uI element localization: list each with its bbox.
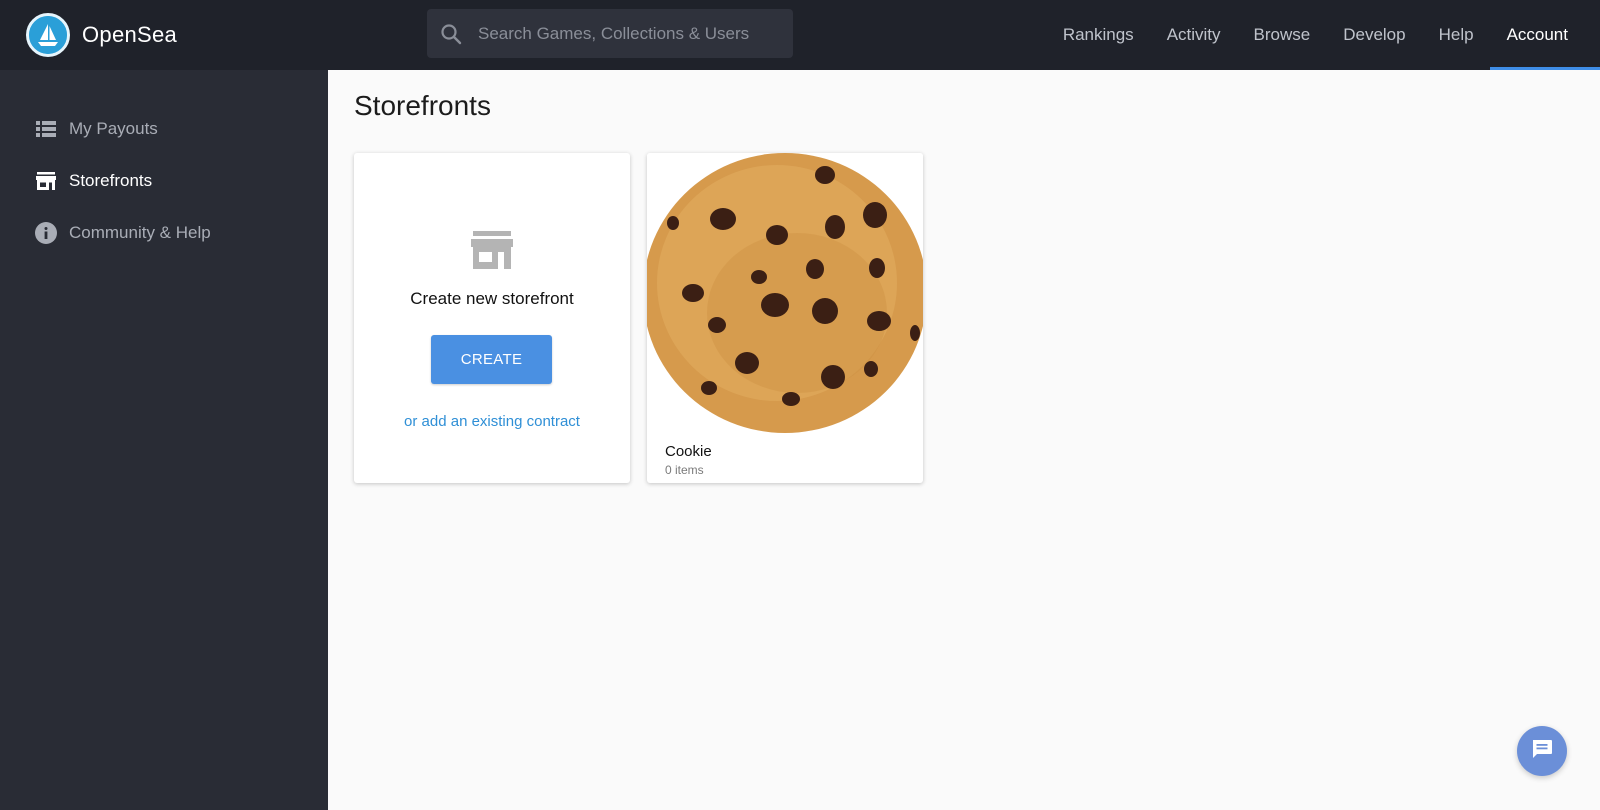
storefront-icon	[471, 231, 513, 274]
nav-activity[interactable]: Activity	[1150, 0, 1237, 70]
search-bar[interactable]	[427, 9, 793, 58]
search-input[interactable]	[478, 23, 778, 44]
storefront-image	[647, 153, 923, 435]
create-storefront-card: Create new storefront CREATE or add an e…	[354, 153, 630, 483]
sidebar-item-storefronts[interactable]: Storefronts	[34, 166, 152, 196]
nav-browse[interactable]: Browse	[1237, 0, 1327, 70]
nav-rankings[interactable]: Rankings	[1046, 0, 1150, 70]
opensea-logo-icon	[26, 13, 70, 57]
brand-name: OpenSea	[82, 22, 178, 47]
create-button[interactable]: CREATE	[431, 335, 552, 384]
search-icon	[440, 23, 462, 45]
nav-help[interactable]: Help	[1422, 0, 1490, 70]
chat-bubble-icon	[1530, 737, 1554, 766]
sidebar-item-label: My Payouts	[69, 119, 158, 138]
nav-develop[interactable]: Develop	[1327, 0, 1422, 70]
storefront-card-cookie[interactable]: Cookie 0 items	[647, 153, 923, 483]
sidebar-item-label: Community & Help	[69, 223, 211, 242]
page-title: Storefronts	[354, 90, 491, 121]
main-content: Storefronts Create new storefront CREATE…	[328, 70, 1600, 810]
storefront-item-count: 0 items	[665, 463, 704, 477]
sidebar: My Payouts Storefronts Community & Help	[0, 70, 328, 810]
main-nav: Rankings Activity Browse Develop Help Ac…	[1046, 0, 1600, 70]
chat-button[interactable]	[1517, 726, 1567, 776]
sidebar-item-community-help[interactable]: Community & Help	[34, 218, 211, 248]
list-icon	[34, 117, 58, 141]
sidebar-item-label: Storefronts	[69, 171, 153, 190]
nav-account[interactable]: Account	[1490, 0, 1600, 70]
info-icon	[34, 221, 58, 245]
brand-logo-link[interactable]: OpenSea	[26, 13, 177, 57]
top-navbar: OpenSea Rankings Activity Browse Develop…	[0, 0, 1600, 70]
storefront-name: Cookie	[665, 443, 712, 460]
create-storefront-title: Create new storefront	[410, 289, 574, 308]
sidebar-item-my-payouts[interactable]: My Payouts	[34, 114, 158, 144]
add-existing-contract-link[interactable]: or add an existing contract	[354, 413, 630, 430]
storefront-icon	[34, 169, 58, 193]
